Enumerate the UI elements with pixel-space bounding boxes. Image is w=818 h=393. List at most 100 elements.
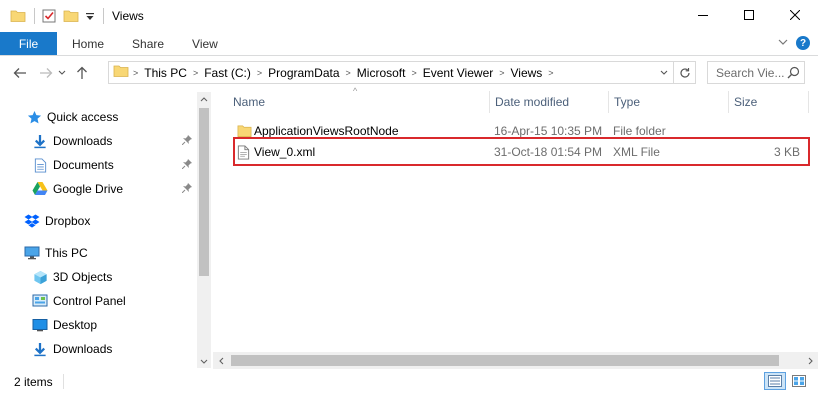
nav-item-label: Documents bbox=[53, 158, 114, 172]
chevron-right-icon[interactable]: > bbox=[544, 68, 557, 78]
nav-item-dropbox[interactable]: Dropbox bbox=[24, 210, 90, 232]
search-box[interactable]: Search Vie... bbox=[707, 61, 805, 84]
nav-item-google-drive[interactable]: Google Drive bbox=[32, 178, 123, 200]
view-switcher bbox=[764, 372, 810, 390]
navigation-bar: > This PC > Fast (C:) > ProgramData > Mi… bbox=[0, 58, 818, 88]
close-button[interactable] bbox=[772, 0, 818, 30]
scrollbar-thumb[interactable] bbox=[199, 108, 209, 276]
download-arrow-icon bbox=[32, 341, 48, 357]
tab-file[interactable]: File bbox=[0, 32, 57, 55]
title-bar: Views bbox=[0, 0, 818, 32]
nav-item-label: Downloads bbox=[53, 134, 113, 148]
breadcrumb-programdata[interactable]: ProgramData bbox=[266, 62, 341, 83]
search-icon[interactable] bbox=[787, 66, 800, 82]
scroll-left-icon[interactable] bbox=[213, 352, 229, 369]
chevron-right-icon[interactable]: > bbox=[253, 68, 266, 78]
large-icons-view-button[interactable] bbox=[788, 372, 810, 390]
scroll-right-icon[interactable] bbox=[802, 352, 818, 369]
file-list: ^ Name Date modified Type Size Applicati… bbox=[215, 86, 818, 370]
nav-item-label: 3D Objects bbox=[53, 270, 113, 284]
navigation-pane-scrollbar[interactable] bbox=[197, 92, 211, 368]
nav-item-3d-objects[interactable]: 3D Objects bbox=[32, 266, 112, 288]
folder-icon bbox=[10, 8, 26, 24]
nav-item-control-panel[interactable]: Control Panel bbox=[32, 290, 126, 312]
minimize-button[interactable] bbox=[680, 0, 726, 30]
customize-toolbar-icon[interactable] bbox=[85, 8, 95, 24]
nav-item-downloads[interactable]: Downloads bbox=[32, 130, 112, 152]
window-controls bbox=[680, 0, 818, 30]
scroll-down-icon[interactable] bbox=[197, 354, 211, 368]
chevron-right-icon[interactable]: > bbox=[342, 68, 355, 78]
refresh-button[interactable] bbox=[673, 62, 695, 83]
breadcrumb-fast-c[interactable]: Fast (C:) bbox=[202, 62, 253, 83]
breadcrumb-microsoft[interactable]: Microsoft bbox=[355, 62, 408, 83]
column-header-size[interactable]: Size bbox=[728, 91, 808, 113]
quick-access-toolbar bbox=[0, 0, 110, 32]
column-header-type[interactable]: Type bbox=[608, 91, 728, 113]
nav-item-label: Downloads bbox=[53, 342, 113, 356]
nav-item-label: Quick access bbox=[47, 110, 119, 124]
desktop-icon bbox=[32, 317, 48, 333]
nav-item-label: Google Drive bbox=[53, 182, 124, 196]
chevron-right-icon[interactable]: > bbox=[495, 68, 508, 78]
column-divider[interactable] bbox=[808, 91, 809, 113]
pin-icon[interactable] bbox=[181, 159, 192, 172]
properties-icon[interactable] bbox=[41, 8, 57, 24]
pin-icon[interactable] bbox=[181, 135, 192, 148]
document-icon bbox=[32, 157, 48, 173]
maximize-button[interactable] bbox=[726, 0, 772, 30]
details-view-button[interactable] bbox=[764, 372, 786, 390]
status-bar: 2 items bbox=[0, 370, 818, 393]
column-header-date-modified[interactable]: Date modified bbox=[489, 91, 608, 113]
download-arrow-icon bbox=[32, 133, 48, 149]
nav-item-this-pc[interactable]: This PC bbox=[24, 242, 88, 264]
google-drive-icon bbox=[32, 181, 48, 197]
ribbon-controls: ? bbox=[778, 36, 810, 50]
scrollbar-thumb[interactable] bbox=[231, 355, 779, 366]
breadcrumb-views[interactable]: Views bbox=[509, 62, 545, 83]
nav-item-label: This PC bbox=[45, 246, 88, 260]
chevron-right-icon[interactable]: > bbox=[129, 68, 142, 78]
breadcrumb-this-pc[interactable]: This PC bbox=[142, 62, 189, 83]
star-icon bbox=[26, 109, 42, 125]
back-button[interactable] bbox=[10, 62, 30, 84]
selection-highlight bbox=[233, 137, 810, 166]
file-list-horizontal-scrollbar[interactable] bbox=[213, 352, 818, 369]
status-divider bbox=[63, 374, 64, 389]
scroll-up-icon[interactable] bbox=[197, 92, 211, 106]
nav-item-label: Desktop bbox=[53, 318, 98, 332]
address-controls bbox=[655, 62, 695, 83]
tab-share[interactable]: Share bbox=[118, 32, 178, 55]
help-icon[interactable]: ? bbox=[796, 36, 810, 50]
dropbox-icon bbox=[24, 213, 40, 229]
window-title: Views bbox=[112, 9, 144, 23]
pin-icon[interactable] bbox=[181, 183, 192, 196]
toolbar-divider bbox=[103, 8, 104, 24]
expand-ribbon-icon[interactable] bbox=[778, 38, 788, 49]
address-bar[interactable]: > This PC > Fast (C:) > ProgramData > Mi… bbox=[108, 61, 696, 84]
address-dropdown-icon[interactable] bbox=[655, 70, 673, 76]
new-folder-icon[interactable] bbox=[63, 8, 79, 24]
breadcrumb-event-viewer[interactable]: Event Viewer bbox=[421, 62, 495, 83]
nav-item-quick-access[interactable]: Quick access bbox=[26, 106, 118, 128]
recent-locations-button[interactable] bbox=[56, 62, 68, 84]
nav-item-downloads[interactable]: Downloads bbox=[32, 338, 112, 360]
navigation-pane: Quick access Downloads Documents Google … bbox=[0, 90, 213, 370]
up-button[interactable] bbox=[72, 62, 92, 84]
nav-item-label: Control Panel bbox=[53, 294, 126, 308]
chevron-right-icon[interactable]: > bbox=[407, 68, 420, 78]
tab-home[interactable]: Home bbox=[57, 32, 118, 55]
toolbar-divider bbox=[34, 8, 35, 24]
ribbon-tabs: File Home Share View ? bbox=[0, 32, 818, 56]
column-header-name[interactable]: Name bbox=[227, 91, 489, 113]
chevron-right-icon[interactable]: > bbox=[189, 68, 202, 78]
nav-item-documents[interactable]: Documents bbox=[32, 154, 114, 176]
cube-icon bbox=[32, 269, 48, 285]
forward-button[interactable] bbox=[36, 62, 56, 84]
control-panel-icon bbox=[32, 293, 48, 309]
computer-icon bbox=[24, 245, 40, 261]
nav-item-desktop[interactable]: Desktop bbox=[32, 314, 97, 336]
search-placeholder: Search Vie... bbox=[716, 65, 785, 80]
tab-view[interactable]: View bbox=[178, 32, 232, 55]
nav-item-label: Dropbox bbox=[45, 214, 91, 228]
